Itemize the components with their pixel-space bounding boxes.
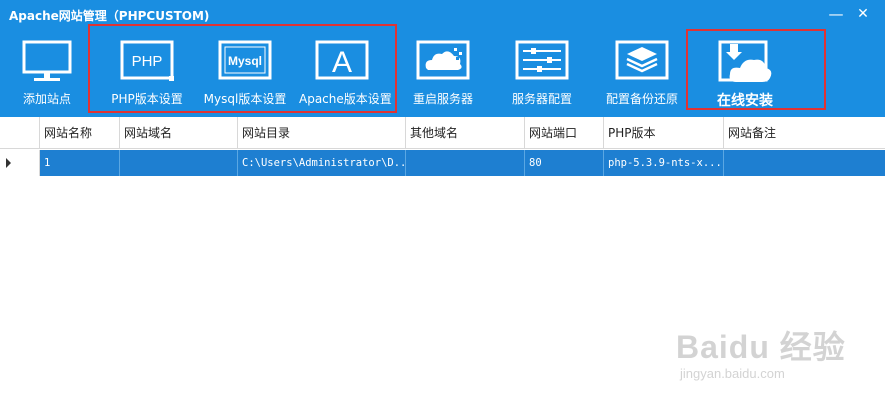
cell-domain[interactable] bbox=[120, 150, 238, 176]
php-version-label: PHP版本设置 bbox=[111, 92, 183, 106]
apache-icon-text: A bbox=[332, 46, 352, 79]
cell-notes[interactable] bbox=[724, 150, 885, 176]
minimize-button[interactable]: — bbox=[825, 4, 847, 24]
row-pointer-icon bbox=[6, 158, 11, 168]
row-selector[interactable] bbox=[0, 150, 40, 176]
column-header-notes[interactable]: 网站备注 bbox=[724, 117, 885, 148]
watermark-sub: jingyan.baidu.com bbox=[680, 366, 785, 381]
apache-version-label: Apache版本设置 bbox=[299, 92, 392, 106]
layers-icon bbox=[613, 38, 671, 86]
mysql-version-label: Mysql版本设置 bbox=[203, 92, 287, 106]
grid-corner bbox=[0, 117, 40, 148]
monitor-icon bbox=[18, 38, 76, 86]
column-header-site-name[interactable]: 网站名称 bbox=[40, 117, 120, 148]
column-header-port[interactable]: 网站端口 bbox=[525, 117, 604, 148]
app-header: Apache网站管理（PHPCUSTOM) — ✕ 添加站点 PHP PHP版本… bbox=[0, 0, 885, 117]
cloud-download-icon bbox=[716, 38, 774, 86]
column-header-other-domain[interactable]: 其他域名 bbox=[406, 117, 525, 148]
php-version-button[interactable]: PHP PHP版本设置 bbox=[111, 30, 183, 116]
mysql-version-button[interactable]: Mysql Mysql版本设置 bbox=[204, 30, 286, 116]
table-row[interactable]: 1 C:\Users\Administrator\D... 80 php-5.3… bbox=[0, 150, 885, 176]
cell-directory[interactable]: C:\Users\Administrator\D... bbox=[238, 150, 406, 176]
title-bar: Apache网站管理（PHPCUSTOM) — ✕ bbox=[0, 0, 885, 30]
cell-site-name[interactable]: 1 bbox=[40, 150, 120, 176]
restart-server-button[interactable]: 重启服务器 bbox=[410, 30, 476, 116]
cloud-server-icon bbox=[414, 38, 472, 86]
backup-restore-label: 配置备份还原 bbox=[605, 92, 678, 106]
online-install-label: 在线安装 bbox=[717, 93, 773, 109]
server-config-button[interactable]: 服务器配置 bbox=[509, 30, 575, 116]
apache-version-button[interactable]: A Apache版本设置 bbox=[299, 30, 392, 116]
column-header-directory[interactable]: 网站目录 bbox=[238, 117, 406, 148]
online-install-button[interactable]: 在线安装 bbox=[712, 30, 778, 116]
watermark-main: Baidu 经验 bbox=[676, 329, 846, 365]
cell-other-domain[interactable] bbox=[406, 150, 525, 176]
backup-restore-button[interactable]: 配置备份还原 bbox=[606, 30, 678, 116]
php-icon: PHP bbox=[118, 38, 176, 86]
column-header-domain[interactable]: 网站域名 bbox=[120, 117, 238, 148]
close-button[interactable]: ✕ bbox=[852, 4, 874, 24]
php-icon-text: PHP bbox=[132, 53, 163, 70]
apache-icon: A bbox=[313, 38, 371, 86]
grid-header: 网站名称 网站域名 网站目录 其他域名 网站端口 PHP版本 网站备注 bbox=[0, 117, 885, 149]
window-title: Apache网站管理（PHPCUSTOM) bbox=[9, 9, 210, 23]
cell-php-version[interactable]: php-5.3.9-nts-x... bbox=[604, 150, 724, 176]
server-config-label: 服务器配置 bbox=[511, 92, 572, 106]
watermark: Baidu 经验 jingyan.baidu.com bbox=[676, 322, 876, 392]
mysql-icon: Mysql bbox=[216, 38, 274, 86]
restart-server-label: 重启服务器 bbox=[412, 92, 473, 106]
add-site-label: 添加站点 bbox=[22, 92, 71, 106]
sliders-icon bbox=[513, 38, 571, 86]
mysql-icon-text: Mysql bbox=[228, 54, 262, 68]
column-header-php-version[interactable]: PHP版本 bbox=[604, 117, 724, 148]
cell-port[interactable]: 80 bbox=[525, 150, 604, 176]
add-site-button[interactable]: 添加站点 bbox=[17, 30, 77, 116]
